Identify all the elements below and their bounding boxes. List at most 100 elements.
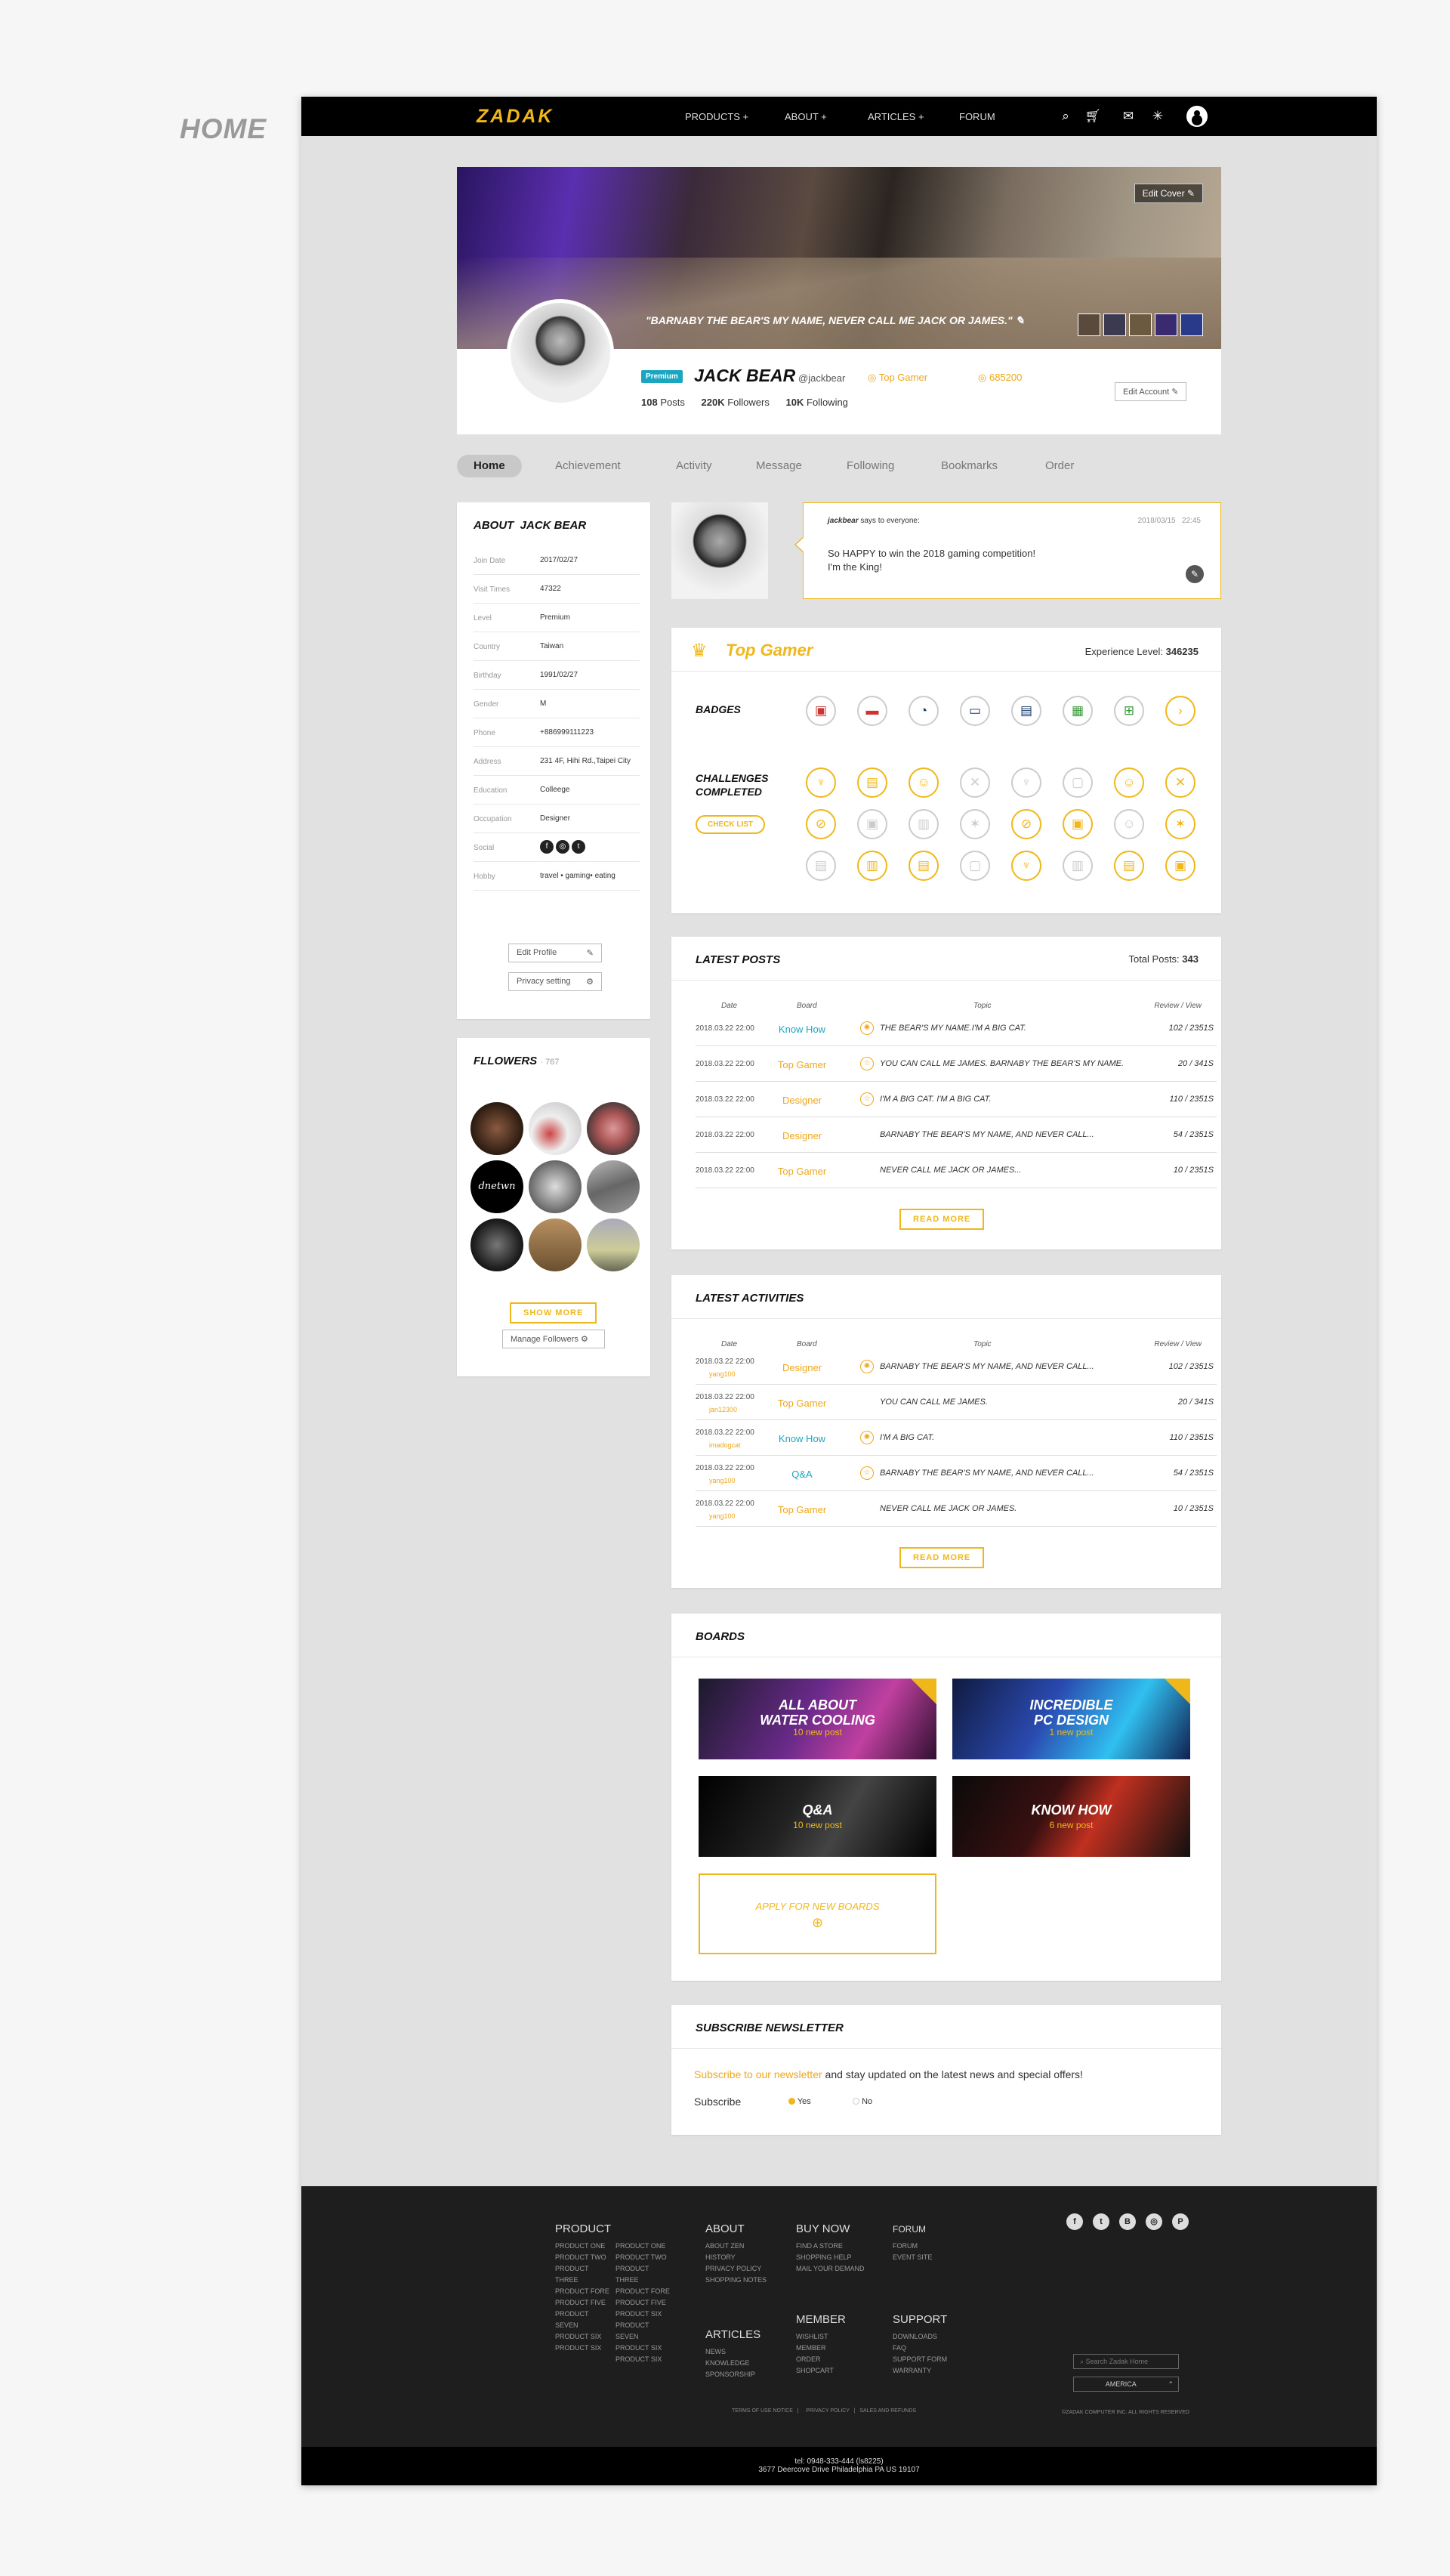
row-board[interactable]: Top Gamer [768, 1059, 836, 1070]
twitter-icon[interactable]: t [572, 840, 585, 854]
challenge-trophy-icon[interactable]: ♆ [806, 768, 836, 798]
board-know-how[interactable]: KNOW HOW 6 new post [952, 1776, 1190, 1857]
tab-home[interactable]: Home [457, 455, 522, 477]
row-topic[interactable]: THE BEAR'S MY NAME.I'M A BIG CAT. [880, 1024, 1026, 1033]
follower-avatar[interactable] [529, 1102, 582, 1155]
table-row[interactable]: 2018.03.22 22:00 Top Gamer NEVER CALL ME J… [696, 1153, 1217, 1188]
edit-status-icon[interactable]: ✎ [1186, 565, 1204, 583]
footer-product-links-1[interactable]: PRODUCT ONE PRODUCT TWO PRODUCT THREE PR… [555, 2241, 609, 2354]
edit-quote-icon[interactable]: ✎ [1016, 314, 1025, 326]
terms-link[interactable]: TERMS OF USE NOTICE [732, 2408, 793, 2414]
nav-products[interactable]: PRODUCTS + [685, 111, 748, 122]
row-topic[interactable]: BARNABY THE BEAR'S MY NAME, AND NEVER CA… [880, 1362, 1094, 1371]
facebook-icon[interactable]: f [540, 840, 554, 854]
follower-avatar[interactable] [470, 1219, 523, 1271]
table-row[interactable]: 2018.03.22 22:00 Designer BARNABY THE BEAR… [696, 1117, 1217, 1153]
row-topic[interactable]: BARNABY THE BEAR'S MY NAME, AND NEVER CA… [880, 1130, 1094, 1139]
challenge-book-icon[interactable]: ▤ [857, 768, 887, 798]
search-icon[interactable]: ⌕ [1057, 107, 1075, 125]
badge-ssd-icon[interactable]: ▭ [960, 696, 990, 726]
zadak-logo[interactable]: ZADAK [477, 106, 554, 128]
footer-search[interactable]: ⌕ Search Zadak Home [1073, 2354, 1179, 2369]
table-row[interactable]: 2018.03.22 22:00 yang100 Top Gamer NEVER CA… [696, 1491, 1217, 1527]
read-more-activities-button[interactable]: READ MORE [899, 1547, 985, 1568]
row-board[interactable]: Top Gamer [768, 1504, 836, 1515]
row-topic[interactable]: BARNABY THE BEAR'S MY NAME, AND NEVER CA… [880, 1469, 1094, 1478]
notification-icon[interactable]: ✳ [1149, 107, 1167, 125]
cover-thumb[interactable] [1103, 314, 1126, 336]
row-board[interactable]: Designer [768, 1130, 836, 1141]
footer-articles-links[interactable]: NEWS KNOWLEDGE SPONSORSHIP [705, 2346, 755, 2380]
manage-followers-button[interactable]: Manage Followers ⚙ [502, 1330, 605, 1348]
edit-account-button[interactable]: Edit Account ✎ [1115, 382, 1187, 401]
tab-activity[interactable]: Activity [676, 455, 712, 477]
challenge-trophy-locked-icon[interactable]: ♆ [1011, 768, 1041, 798]
challenge-sword-icon[interactable]: ✕ [960, 768, 990, 798]
challenge-face-icon[interactable]: ☺ [1114, 768, 1144, 798]
profile-avatar[interactable] [507, 299, 614, 406]
cover-thumb[interactable] [1180, 314, 1203, 336]
tab-following[interactable]: Following [847, 455, 894, 477]
pinterest-icon[interactable]: P [1172, 2213, 1189, 2230]
badge-monitor-icon[interactable]: ▤ [1011, 696, 1041, 726]
user-avatar-icon[interactable] [1186, 106, 1208, 127]
nav-articles[interactable]: ARTICLES + [868, 111, 924, 122]
cover-thumb[interactable] [1129, 314, 1152, 336]
cover-thumb[interactable] [1078, 314, 1100, 336]
instagram-icon[interactable]: ◎ [556, 840, 569, 854]
tab-order[interactable]: Order [1045, 455, 1074, 477]
challenge-locked-icon[interactable]: ▥ [1063, 851, 1093, 881]
table-row[interactable]: 2018.03.22 22:00 yang100 Designer ✺ BARNABY … [696, 1349, 1217, 1385]
row-board[interactable]: Designer [768, 1095, 836, 1106]
board-qa[interactable]: Q&A 10 new post [699, 1776, 936, 1857]
tab-bookmarks[interactable]: Bookmarks [941, 455, 998, 477]
follower-avatar[interactable] [529, 1160, 582, 1213]
row-board[interactable]: Top Gamer [768, 1166, 836, 1177]
follower-avatar[interactable] [587, 1219, 640, 1271]
badge-gpu-icon[interactable]: ▬ [857, 696, 887, 726]
follower-avatar[interactable]: dnetwn [470, 1160, 523, 1213]
row-board[interactable]: Q&A [768, 1469, 836, 1480]
challenge-card-icon[interactable]: ▣ [1165, 851, 1195, 881]
twitter-icon[interactable]: t [1093, 2213, 1109, 2230]
challenge-locked-icon[interactable]: ☺ [1114, 809, 1144, 839]
show-more-button[interactable]: SHOW MORE [510, 1302, 597, 1324]
badge-cpu-icon[interactable]: ▣ [806, 696, 836, 726]
challenge-locked-icon[interactable]: ▥ [909, 809, 939, 839]
follower-avatar[interactable] [587, 1102, 640, 1155]
read-more-posts-button[interactable]: READ MORE [899, 1209, 985, 1230]
tab-achievement[interactable]: Achievement [555, 455, 621, 477]
newsletter-link[interactable]: Subscribe to our newsletter [694, 2068, 822, 2080]
row-user[interactable]: yang100 [709, 1477, 736, 1484]
challenge-locked-icon[interactable]: ▣ [857, 809, 887, 839]
badge-ram-icon[interactable]: ▦ [1063, 696, 1093, 726]
row-topic[interactable]: YOU CAN CALL ME JAMES. [880, 1398, 988, 1407]
row-topic[interactable]: NEVER CALL ME JACK OR JAMES... [880, 1166, 1021, 1175]
facebook-icon[interactable]: f [1066, 2213, 1083, 2230]
subscribe-no-radio[interactable]: No [853, 2097, 872, 2106]
challenge-locked-icon[interactable]: ✶ [960, 809, 990, 839]
challenge-card-locked-icon[interactable]: ▢ [1063, 768, 1093, 798]
table-row[interactable]: 2018.03.22 22:00 jan12300 Top Gamer YOU CAN… [696, 1385, 1217, 1420]
badge-pacman-icon[interactable]: ◔ [909, 696, 939, 726]
table-row[interactable]: 2018.03.22 22:00 Top Gamer ☆ YOU CAN CALL M… [696, 1046, 1217, 1082]
footer-forum-links[interactable]: FORUM EVENT SITE [893, 2241, 932, 2263]
row-board[interactable]: Know How [768, 1433, 836, 1444]
challenge-person-icon[interactable]: ☺ [909, 768, 939, 798]
tab-message[interactable]: Message [756, 455, 802, 477]
row-topic[interactable]: I'M A BIG CAT. [880, 1433, 934, 1442]
challenge-book-open-icon[interactable]: ▥ [857, 851, 887, 881]
table-row[interactable]: 2018.03.22 22:00 imadogcat Know How ✺ I'M A … [696, 1420, 1217, 1456]
row-user[interactable]: jan12300 [709, 1406, 737, 1413]
challenge-medal-icon[interactable]: ✶ [1165, 809, 1195, 839]
footer-support-links[interactable]: DOWNLOADS FAQ SUPPORT FORM WARRANTY [893, 2331, 947, 2377]
footer-member-links[interactable]: WISHLIST MEMBER ORDER SHOPCART [796, 2331, 834, 2377]
region-select[interactable]: AMERICA ⌃ [1073, 2377, 1179, 2392]
badge-windows-icon[interactable]: ⊞ [1114, 696, 1144, 726]
challenge-compass-icon[interactable]: ⊘ [1011, 809, 1041, 839]
challenge-compass-icon[interactable]: ⊘ [806, 809, 836, 839]
row-user[interactable]: yang100 [709, 1370, 736, 1378]
nav-about[interactable]: ABOUT + [785, 111, 827, 122]
row-topic[interactable]: I'M A BIG CAT. I'M A BIG CAT. [880, 1095, 991, 1104]
table-row[interactable]: 2018.03.22 22:00 Know How ✺ THE BEAR'S MY N… [696, 1011, 1217, 1046]
